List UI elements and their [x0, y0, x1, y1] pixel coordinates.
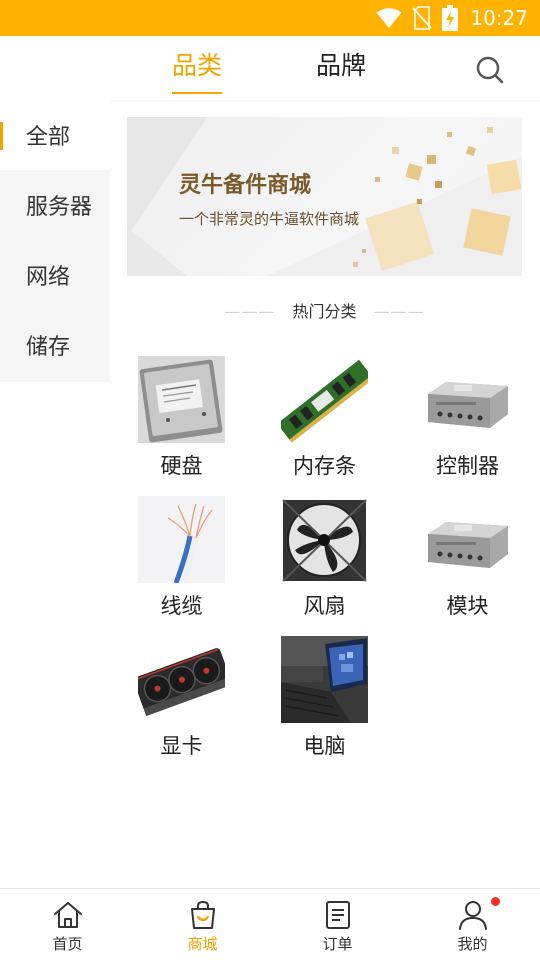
category-item-memory[interactable]: 内存条 [253, 356, 396, 496]
sidebar-item-label: 服务器 [26, 195, 93, 220]
tab-category[interactable]: 品类 [172, 46, 223, 94]
nav-label: 订单 [322, 935, 353, 953]
notification-badge [491, 897, 500, 906]
tab-active-indicator [172, 92, 223, 94]
nav-orders[interactable]: 订单 [270, 889, 405, 960]
banner-title: 灵牛备件商城 [179, 173, 312, 198]
category-item-laptop[interactable]: 电脑 [253, 636, 396, 776]
divider-left: ——— [224, 302, 276, 321]
battery-charging-icon [442, 5, 459, 31]
category-item-hard-drive[interactable]: 硬盘 [110, 356, 253, 496]
category-label: 控制器 [436, 454, 499, 478]
graphics-card-image [138, 636, 225, 723]
category-item-graphics-card[interactable]: 显卡 [110, 636, 253, 776]
category-item-module[interactable]: 模块 [396, 496, 539, 636]
module-image [424, 496, 511, 583]
no-sim-icon [412, 6, 433, 30]
category-item-fan[interactable]: 风扇 [253, 496, 396, 636]
nav-mall[interactable]: 商城 [135, 889, 270, 960]
section-title-text: 热门分类 [292, 302, 357, 321]
category-label: 内存条 [293, 454, 356, 478]
category-sidebar: 全部 服务器 网络 储存 [0, 100, 110, 382]
search-icon[interactable] [474, 54, 506, 86]
sidebar-active-indicator [0, 122, 3, 150]
sidebar-item-network[interactable]: 网络 [0, 240, 110, 310]
category-item-controller[interactable]: 控制器 [396, 356, 539, 496]
nav-label: 商城 [187, 935, 218, 953]
hard-drive-image [138, 356, 225, 443]
fan-image [281, 496, 368, 583]
nav-label: 首页 [52, 935, 83, 953]
cable-image [138, 496, 225, 583]
top-tab-bar: 品类 品牌 [0, 36, 540, 100]
sidebar-item-label: 储存 [26, 335, 71, 360]
sidebar-item-label: 网络 [26, 265, 71, 290]
laptop-image [281, 636, 368, 723]
bottom-navigation: 首页 商城 订单 我的 [0, 888, 540, 960]
shopping-bag-icon [191, 900, 215, 929]
sidebar-item-server[interactable]: 服务器 [0, 170, 110, 240]
tab-category-label: 品类 [172, 51, 223, 80]
tab-brand-label: 品牌 [316, 51, 367, 80]
sidebar-item-label: 全部 [26, 125, 71, 150]
nav-label: 我的 [457, 935, 488, 953]
category-label: 线缆 [160, 594, 203, 618]
user-icon [459, 901, 487, 930]
category-label: 电脑 [303, 734, 346, 758]
divider-right: ——— [373, 302, 425, 321]
app-screen: 10:27 品类 品牌 全部 服务器 网络 储存 灵牛备件商城 一个非常灵的牛逼… [0, 0, 540, 960]
banner-subtitle: 一个非常灵的牛逼软件商城 [179, 210, 360, 228]
memory-stick-image [281, 356, 368, 443]
section-heading: ——— 热门分类 ——— [127, 298, 522, 322]
order-list-icon [326, 901, 350, 929]
category-label: 显卡 [160, 734, 203, 758]
category-label: 风扇 [303, 594, 346, 618]
sidebar-item-all[interactable]: 全部 [0, 100, 110, 170]
home-icon [54, 902, 82, 928]
tab-brand[interactable]: 品牌 [316, 46, 366, 92]
category-label: 硬盘 [160, 454, 203, 478]
nav-home[interactable]: 首页 [0, 889, 135, 960]
sidebar-item-storage[interactable]: 储存 [0, 310, 110, 380]
category-item-cable[interactable]: 线缆 [110, 496, 253, 636]
clock-time: 10:27 [470, 6, 528, 30]
controller-image [424, 356, 511, 443]
category-label: 模块 [446, 594, 489, 618]
promo-banner[interactable]: 灵牛备件商城 一个非常灵的牛逼软件商城 [127, 117, 522, 276]
wifi-icon [376, 8, 402, 28]
status-bar: 10:27 [0, 0, 540, 36]
nav-mine[interactable]: 我的 [405, 889, 540, 960]
